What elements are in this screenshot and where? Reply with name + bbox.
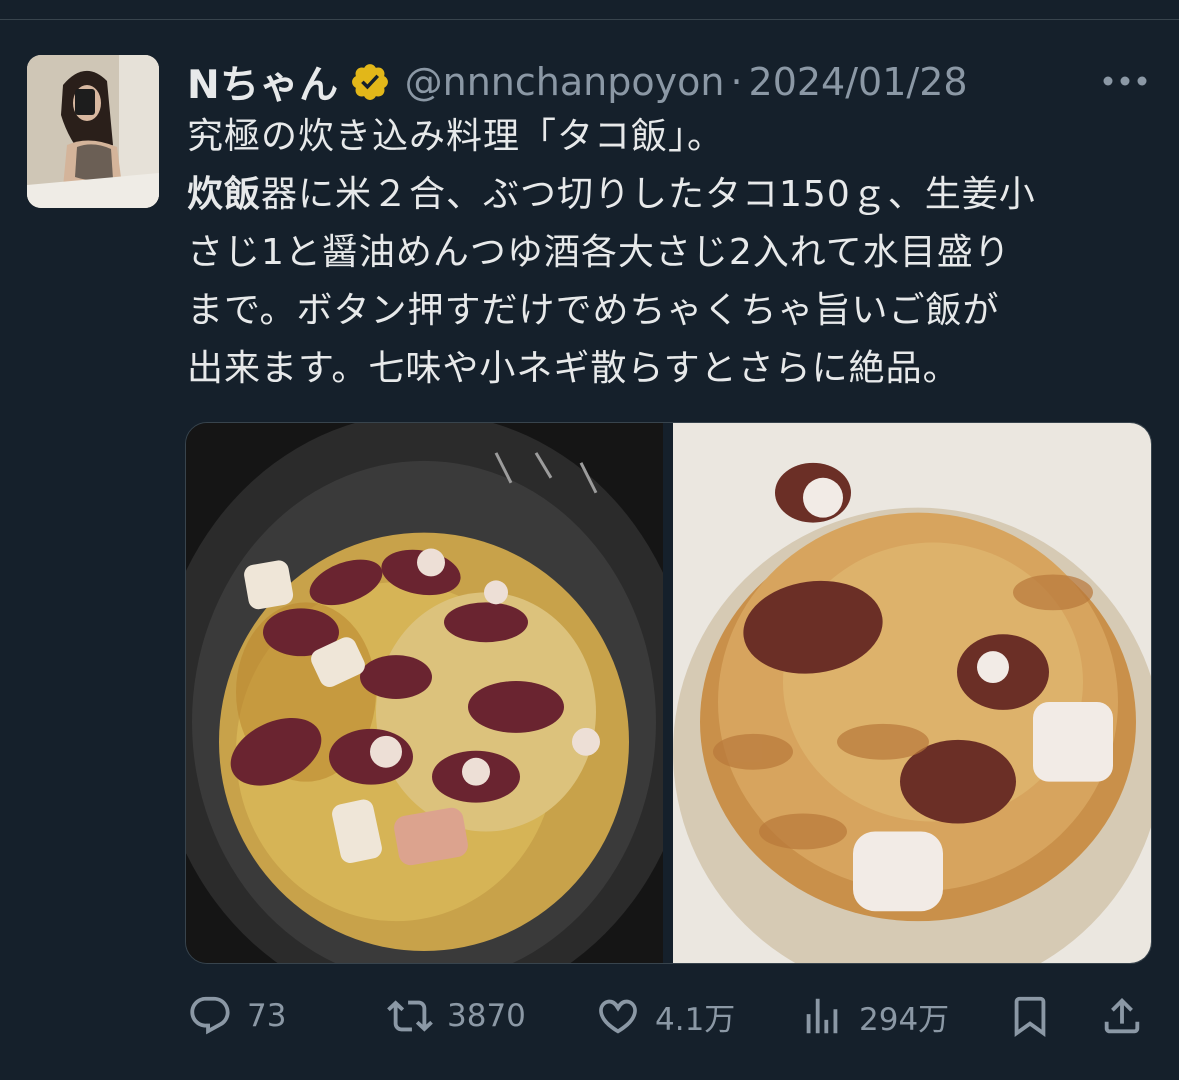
display-name[interactable]: Nちゃん (187, 54, 339, 110)
retweet-icon (387, 1000, 433, 1032)
tweet-text-line: 出来ます。七味や小ネギ散らすとさらに絶品。 (187, 348, 960, 389)
bookmark-button[interactable] (1007, 990, 1053, 1042)
more-icon[interactable] (1100, 72, 1150, 90)
share-button[interactable] (1099, 990, 1145, 1042)
tweet-text-line: まで。ボタン押すだけでめちゃくちゃ旨いご飯が (187, 290, 1000, 331)
reply-icon (190, 996, 230, 1035)
separator-dot: · (730, 60, 743, 104)
tweet[interactable]: Nちゃん @nnnchanpoyon · 2024/01/28 究極の炊き込み料… (0, 20, 1179, 1080)
retweet-count: 3870 (447, 998, 526, 1034)
tweet-media (185, 422, 1152, 964)
like-count: 4.1万 (655, 1001, 736, 1038)
avatar[interactable] (27, 55, 159, 208)
views-count: 294万 (859, 1001, 950, 1038)
tweet-text-line: 究極の炊き込み料理「タコ飯」。 (187, 116, 725, 157)
tweet-actions: 73 3870 4.1万 294万 (187, 990, 1147, 1042)
tweet-text-line: 炊飯器に米２合、ぶつ切りしたタコ150ｇ、生姜小 (187, 166, 1142, 224)
tweet-text-bold: 炊飯 (187, 174, 262, 215)
reply-count: 73 (247, 998, 287, 1034)
photo-rice-bowl[interactable] (673, 423, 1151, 963)
tweet-date[interactable]: 2024/01/28 (749, 60, 968, 104)
heart-icon (599, 999, 637, 1034)
tweet-text: 究極の炊き込み料理「タコ飯」。 炊飯器に米２合、ぶつ切りしたタコ150ｇ、生姜小… (187, 108, 1142, 398)
avatar-image (27, 55, 159, 208)
verified-badge-icon (349, 61, 391, 103)
top-divider (0, 0, 1179, 20)
tweet-text-line: さじ1と醤油めんつゆ酒各大さじ2入れて水目盛り (187, 232, 1011, 273)
views-button[interactable]: 294万 (799, 990, 949, 1042)
photo-rice-cooker[interactable] (186, 423, 663, 963)
bookmark-icon (1014, 996, 1046, 1037)
retweet-button[interactable]: 3870 (387, 990, 526, 1042)
user-handle[interactable]: @nnnchanpoyon (405, 60, 725, 104)
tweet-text-span: 器に米２合、ぶつ切りしたタコ150ｇ、生姜小 (261, 174, 1036, 215)
tweet-header: Nちゃん @nnnchanpoyon · 2024/01/28 (187, 54, 968, 110)
like-button[interactable]: 4.1万 (595, 990, 735, 1042)
share-icon (1104, 997, 1140, 1034)
views-icon (806, 998, 838, 1034)
reply-button[interactable]: 73 (187, 990, 286, 1042)
